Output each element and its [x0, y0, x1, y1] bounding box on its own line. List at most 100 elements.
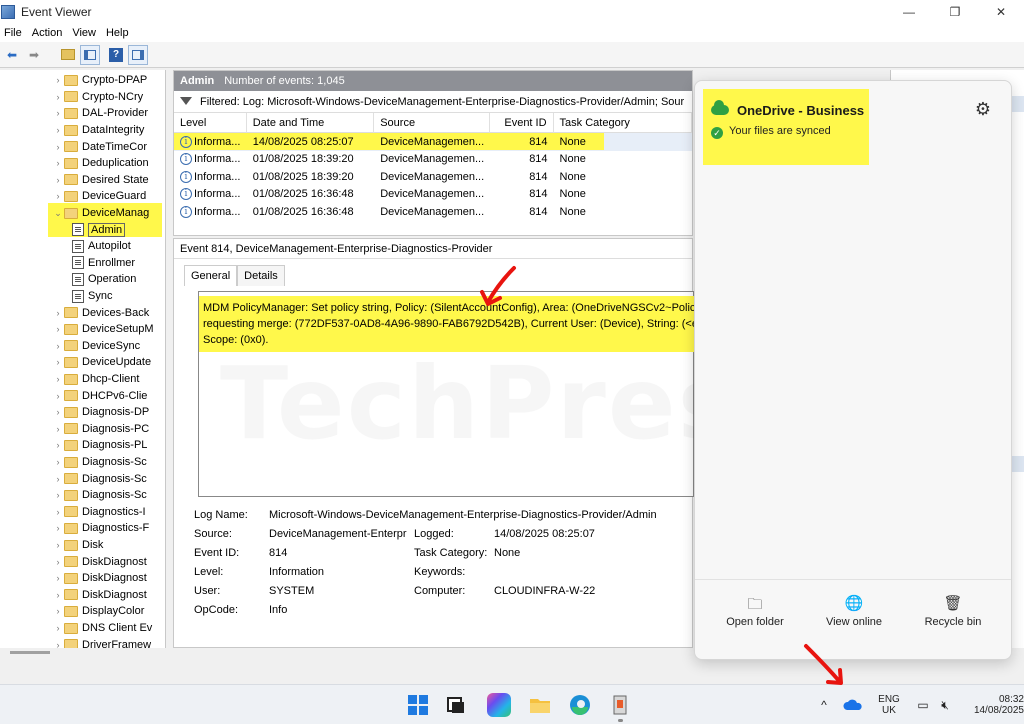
tree-item[interactable]: Enrollmer: [72, 255, 135, 272]
chevron-right-icon[interactable]: ›: [52, 108, 64, 118]
chevron-right-icon[interactable]: ›: [52, 557, 64, 567]
tree-item[interactable]: Admin: [72, 221, 126, 238]
volume-muted-icon[interactable]: 🔇︎: [936, 685, 954, 724]
close-button[interactable]: ✕: [978, 0, 1024, 24]
tree-item[interactable]: › Diagnosis-PL: [52, 437, 148, 454]
chevron-right-icon[interactable]: ›: [52, 75, 64, 85]
chevron-right-icon[interactable]: ›: [52, 158, 64, 168]
chevron-right-icon[interactable]: ›: [52, 357, 64, 367]
tree-item[interactable]: › Devices-Back: [52, 304, 150, 321]
chevron-right-icon[interactable]: ›: [52, 142, 64, 152]
gear-icon[interactable]: ⚙: [975, 99, 991, 120]
onedrive-tray-icon[interactable]: [842, 685, 864, 724]
tree-item[interactable]: › Deduplication: [52, 155, 149, 172]
tree-item[interactable]: › DNS Client Ev: [52, 620, 153, 637]
tree-item[interactable]: › DeviceGuard: [52, 188, 147, 205]
tree-item[interactable]: › DeviceUpdate: [52, 354, 152, 371]
tree-item[interactable]: › DiskDiagnost: [52, 587, 147, 604]
tree-item[interactable]: › Disk: [52, 537, 104, 554]
open-folder-button[interactable]: 🗀 Open folder: [705, 594, 805, 628]
chevron-right-icon[interactable]: ›: [52, 324, 64, 334]
chevron-right-icon[interactable]: ›: [52, 391, 64, 401]
help-icon[interactable]: ?: [106, 45, 126, 65]
tree-item[interactable]: Operation: [72, 271, 136, 288]
menu-action[interactable]: Action: [32, 27, 63, 39]
chevron-right-icon[interactable]: ›: [52, 407, 64, 417]
event-row[interactable]: i Informa... 01/08/2025 16:36:48 DeviceMana…: [174, 203, 692, 221]
tree-item[interactable]: › DateTimeCor: [52, 138, 148, 155]
chevron-right-icon[interactable]: ›: [52, 507, 64, 517]
tree-item[interactable]: › Diagnosis-DP: [52, 404, 150, 421]
language-indicator[interactable]: ENG UK: [872, 685, 906, 724]
menu-file[interactable]: File: [4, 27, 22, 39]
recycle-bin-button[interactable]: 🗑 Recycle bin: [903, 594, 1003, 628]
view-online-button[interactable]: 🌐 View online: [804, 594, 904, 628]
chevron-right-icon[interactable]: ›: [52, 490, 64, 500]
restore-button[interactable]: ❐: [932, 0, 978, 24]
event-row[interactable]: i Informa... 01/08/2025 18:39:20 DeviceMana…: [174, 168, 692, 186]
tree-item[interactable]: Sync: [72, 288, 112, 305]
event-viewer-taskbar-icon[interactable]: [608, 693, 632, 722]
tree-item[interactable]: › DeviceSetupM: [52, 321, 154, 338]
chevron-right-icon[interactable]: ›: [52, 440, 64, 450]
edge-icon[interactable]: [568, 693, 592, 717]
chevron-right-icon[interactable]: ›: [52, 424, 64, 434]
minimize-button[interactable]: —: [886, 0, 932, 24]
back-icon[interactable]: ⬅: [2, 45, 22, 65]
show-hide-action-pane-icon[interactable]: [128, 44, 148, 65]
tree-item[interactable]: › Diagnosis-Sc: [52, 487, 147, 504]
chevron-right-icon[interactable]: ›: [52, 341, 64, 351]
show-hidden-icons-chevron[interactable]: ^: [816, 685, 832, 724]
tree-item[interactable]: › DeviceSync: [52, 338, 141, 355]
chevron-right-icon[interactable]: ›: [52, 590, 64, 600]
chevron-right-icon[interactable]: ›: [52, 573, 64, 583]
tree-item[interactable]: › Dhcp-Client: [52, 371, 140, 388]
tree-item[interactable]: › Diagnosis-Sc: [52, 454, 147, 471]
chevron-right-icon[interactable]: ›: [52, 92, 64, 102]
tree-item[interactable]: › DiskDiagnost: [52, 570, 147, 587]
chevron-right-icon[interactable]: ›: [52, 540, 64, 550]
column-task-category[interactable]: Task Category: [554, 112, 692, 133]
column-source[interactable]: Source: [374, 112, 490, 133]
chevron-right-icon[interactable]: ›: [52, 125, 64, 135]
network-icon[interactable]: ▭: [914, 685, 932, 724]
tree-item[interactable]: › Desired State: [52, 172, 149, 189]
chevron-right-icon[interactable]: ›: [52, 308, 64, 318]
tab-details[interactable]: Details: [237, 265, 285, 286]
chevron-right-icon[interactable]: ›: [52, 374, 64, 384]
menu-help[interactable]: Help: [106, 27, 129, 39]
tree-item[interactable]: › Diagnostics-I: [52, 504, 146, 521]
chevron-right-icon[interactable]: ›: [52, 606, 64, 616]
tree-item[interactable]: › DataIntegrity: [52, 122, 145, 139]
chevron-right-icon[interactable]: ›: [52, 640, 64, 648]
tree-item[interactable]: › DiskDiagnost: [52, 553, 147, 570]
clock[interactable]: 08:32 14/08/2025: [966, 685, 1024, 724]
tree-item[interactable]: › Diagnosis-Sc: [52, 470, 147, 487]
column-level[interactable]: Level: [174, 112, 247, 133]
chevron-right-icon[interactable]: ›: [52, 191, 64, 201]
menu-view[interactable]: View: [72, 27, 96, 39]
tree-item[interactable]: Autopilot: [72, 238, 131, 255]
start-icon[interactable]: [406, 693, 430, 717]
chevron-right-icon[interactable]: ›: [52, 175, 64, 185]
file-explorer-icon[interactable]: [528, 693, 552, 717]
chevron-down-icon[interactable]: ⌄: [52, 208, 64, 219]
chevron-right-icon[interactable]: ›: [52, 474, 64, 484]
tree-item[interactable]: ⌄ DeviceManag: [52, 205, 149, 222]
tree-item[interactable]: › DisplayColor: [52, 603, 145, 620]
tree-item[interactable]: › Crypto-NCry: [52, 89, 144, 106]
chevron-right-icon[interactable]: ›: [52, 623, 64, 633]
tab-general[interactable]: General: [184, 265, 238, 286]
column-date[interactable]: Date and Time: [247, 112, 375, 133]
tree-item[interactable]: › DAL-Provider: [52, 105, 149, 122]
event-row[interactable]: i Informa... 01/08/2025 18:39:20 DeviceMana…: [174, 151, 692, 169]
chevron-right-icon[interactable]: ›: [52, 523, 64, 533]
task-view-icon[interactable]: [444, 693, 468, 717]
tree-item[interactable]: › Diagnostics-F: [52, 520, 150, 537]
show-hide-tree-icon[interactable]: [80, 44, 100, 65]
m365-copilot-icon[interactable]: [487, 693, 511, 717]
up-folder-icon[interactable]: [58, 45, 78, 65]
tree-item[interactable]: › DriverFramew: [52, 636, 151, 648]
column-event-id[interactable]: Event ID: [490, 112, 554, 133]
tree-horizontal-scrollbar[interactable]: [0, 648, 166, 658]
